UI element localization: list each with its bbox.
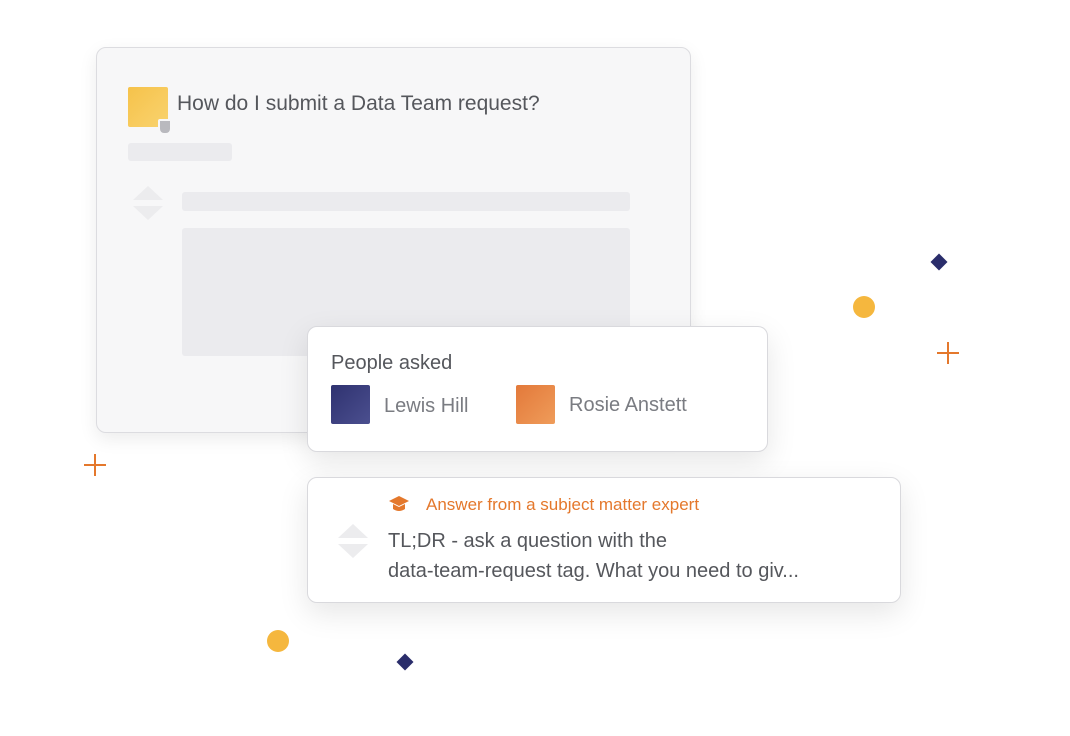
yellow-dot-decoration [853, 296, 875, 318]
downvote-icon [133, 206, 163, 220]
upvote-icon [133, 186, 163, 200]
answer-excerpt[interactable]: TL;DR - ask a question with the data-tea… [388, 526, 888, 586]
navy-diamond-decoration [930, 253, 948, 271]
orange-plus-decoration [84, 454, 106, 476]
graduation-cap-icon [389, 496, 409, 511]
downvote-icon [338, 544, 368, 558]
avatar[interactable] [331, 385, 370, 424]
answer-line-placeholder [182, 192, 630, 211]
shield-badge-icon [158, 119, 172, 135]
orange-plus-decoration [937, 342, 959, 364]
answer-source-label: Answer from a subject matter expert [426, 495, 700, 514]
expert-answer-card[interactable]: Answer from a subject matter expert TL;D… [307, 477, 901, 603]
people-asked-card: People asked Lewis Hill Rosie Anstett [307, 326, 768, 452]
upvote-icon [338, 524, 368, 538]
question-title[interactable]: How do I submit a Data Team request? [177, 92, 540, 116]
vote-arrows [338, 524, 368, 564]
yellow-dot-decoration [267, 630, 289, 652]
avatar[interactable] [516, 385, 555, 424]
vote-arrows [133, 186, 163, 226]
answer-line: data-team-request tag. What you need to … [388, 560, 799, 582]
people-asked-label: People asked [331, 352, 453, 374]
navy-diamond-decoration [396, 653, 414, 671]
answer-line: TL;DR - ask a question with the [388, 530, 668, 552]
person-name[interactable]: Lewis Hill [384, 395, 468, 418]
meta-placeholder [128, 143, 232, 161]
person-name[interactable]: Rosie Anstett [569, 394, 687, 417]
